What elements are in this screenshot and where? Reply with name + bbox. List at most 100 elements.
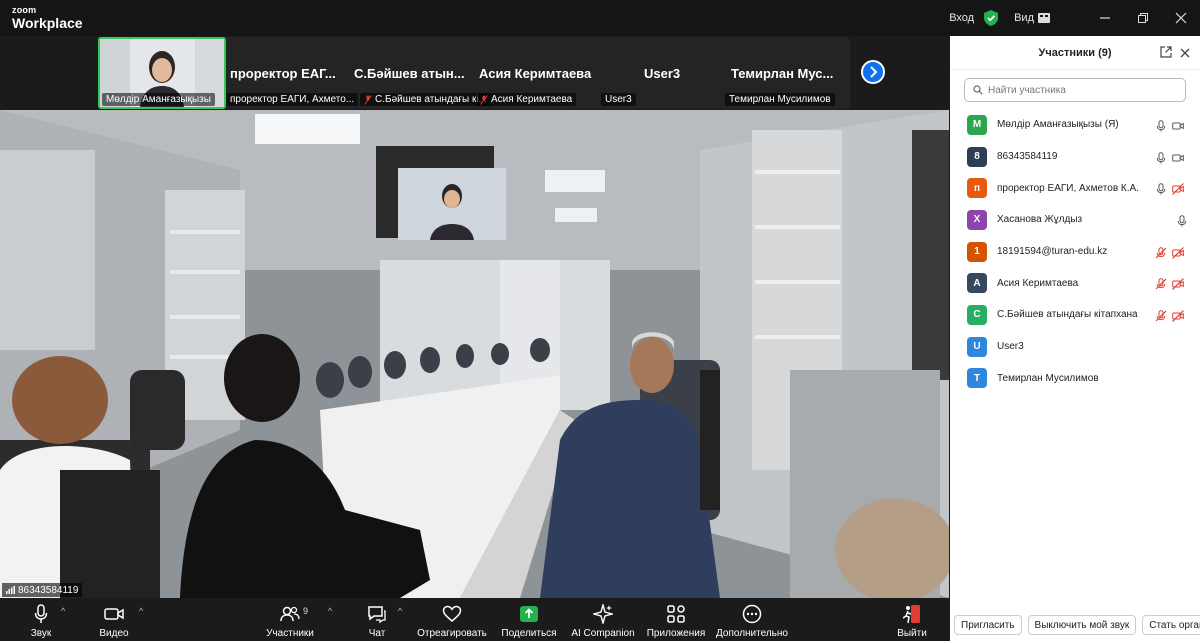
- tile-name-1[interactable]: проректор ЕАГ...: [230, 66, 336, 81]
- participant-row[interactable]: А Асия Керимтаева: [950, 267, 1200, 299]
- mute-me-button[interactable]: Выключить мой звук: [1027, 615, 1137, 635]
- microphone-muted-icon[interactable]: [1155, 309, 1167, 322]
- close-icon: [1175, 12, 1187, 24]
- speaker-name: 86343584119: [18, 584, 79, 596]
- participant-row[interactable]: Т Темирлан Мусилимов: [950, 363, 1200, 395]
- tile-name-5[interactable]: Темирлан Мус...: [731, 66, 833, 81]
- participant-avatar: 1: [967, 241, 987, 262]
- meeting-toolbar: Звук ^ Видео ^ Участники 9 ^ Чат ^ Отреа…: [0, 598, 949, 641]
- ai-companion-button[interactable]: AI Companion: [571, 598, 635, 641]
- microphone-muted-icon[interactable]: [1155, 246, 1167, 259]
- participant-row[interactable]: U User3: [950, 331, 1200, 363]
- video-camera-off-icon[interactable]: [1172, 182, 1184, 196]
- participant-row[interactable]: 8 86343584119: [950, 141, 1200, 173]
- panel-footer: Пригласить Выключить мой звук Стать орга…: [950, 609, 1200, 641]
- more-icon: [742, 604, 762, 624]
- chat-button[interactable]: Чат: [364, 598, 390, 641]
- self-name-label: Мөлдір Аманғазықызы: [106, 94, 211, 105]
- participant-avatar: С: [967, 304, 987, 325]
- chat-label: Чат: [368, 628, 386, 639]
- minimize-button[interactable]: [1086, 0, 1124, 36]
- self-video-tile[interactable]: Мөлдір Аманғазықызы: [98, 37, 226, 109]
- gallery-strip: Мөлдір Аманғазықызы проректор ЕАГ... про…: [98, 37, 850, 109]
- video-button[interactable]: Видео: [97, 598, 131, 641]
- participant-avatar: 8: [967, 146, 987, 167]
- microphone-muted-icon[interactable]: [1155, 277, 1167, 290]
- view-menu[interactable]: Вид: [1014, 12, 1034, 24]
- brand-large: Workplace: [12, 15, 83, 31]
- microphone-icon[interactable]: [1155, 182, 1167, 195]
- participant-avatar: Х: [967, 209, 987, 230]
- video-camera-icon[interactable]: [1172, 119, 1184, 131]
- video-camera-off-icon[interactable]: [1172, 277, 1184, 291]
- main-video[interactable]: [0, 110, 949, 598]
- mic-muted-icon: [364, 94, 372, 105]
- grid-view-icon[interactable]: [1038, 13, 1050, 23]
- tile-label-3: Асия Керимтаева: [476, 93, 577, 106]
- participant-name: Мөлдір Аманғазықызы (Я): [997, 119, 1119, 131]
- tile-label-text-4: User3: [605, 94, 632, 105]
- participants-button[interactable]: Участники: [265, 598, 315, 641]
- tile-name-4[interactable]: User3: [644, 66, 680, 81]
- search-placeholder: Найти участника: [988, 84, 1066, 96]
- tile-label-1: проректор ЕАГИ, Ахмето...: [226, 93, 359, 106]
- participant-row[interactable]: М Мөлдір Аманғазықызы (Я): [950, 109, 1200, 141]
- participant-avatar: Т: [967, 368, 987, 389]
- participants-label: Участники: [266, 628, 314, 639]
- leave-icon: [902, 605, 920, 624]
- microphone-icon[interactable]: [1155, 151, 1167, 164]
- signal-strength-icon: [6, 586, 15, 594]
- more-button[interactable]: Дополнительно: [716, 598, 788, 641]
- audio-label: Звук: [30, 628, 52, 639]
- react-button[interactable]: Отреагировать: [417, 598, 487, 641]
- participant-row[interactable]: С С.Бәйшев атындағы кітапхана: [950, 299, 1200, 331]
- invite-button[interactable]: Пригласить: [954, 615, 1022, 635]
- leave-button[interactable]: Выйти: [896, 598, 928, 641]
- microphone-icon[interactable]: [1155, 119, 1167, 132]
- close-button[interactable]: [1162, 0, 1200, 36]
- search-icon: [973, 85, 983, 95]
- search-participant-input[interactable]: Найти участника: [964, 78, 1186, 102]
- participant-row[interactable]: п проректор ЕАГИ, Ахметов К.А.: [950, 172, 1200, 204]
- share-label: Поделиться: [501, 628, 557, 639]
- become-host-button[interactable]: Стать организ: [1142, 615, 1200, 635]
- zoom-logo: zoom Workplace: [12, 6, 83, 31]
- audio-options-caret[interactable]: ^: [61, 606, 65, 616]
- participants-icon: [280, 606, 300, 622]
- video-options-caret[interactable]: ^: [139, 606, 143, 616]
- share-button[interactable]: Поделиться: [500, 598, 558, 641]
- next-page-button[interactable]: [861, 60, 885, 84]
- login-link[interactable]: Вход: [949, 12, 974, 24]
- participant-row[interactable]: Х Хасанова Жұлдыз: [950, 204, 1200, 236]
- popout-icon[interactable]: [1160, 46, 1172, 58]
- tile-name-3[interactable]: Асия Керимтаева: [479, 66, 591, 81]
- video-camera-icon[interactable]: [1172, 151, 1184, 163]
- panel-title: Участники (9): [1038, 46, 1112, 59]
- leave-label: Выйти: [897, 628, 927, 639]
- audio-button[interactable]: Звук: [26, 598, 56, 641]
- microphone-icon[interactable]: [1176, 214, 1188, 227]
- react-label: Отреагировать: [417, 628, 487, 639]
- panel-header: Участники (9): [950, 36, 1200, 70]
- shield-check-icon[interactable]: [984, 10, 999, 26]
- title-bar: zoom Workplace Вход Вид: [0, 0, 1200, 36]
- close-panel-icon[interactable]: [1180, 48, 1190, 58]
- participant-name: С.Бәйшев атындағы кітапхана: [997, 309, 1138, 321]
- restore-button[interactable]: [1124, 0, 1162, 36]
- participants-options-caret[interactable]: ^: [328, 606, 332, 616]
- participant-row[interactable]: 1 18191594@turan-edu.kz: [950, 236, 1200, 268]
- share-screen-icon: [520, 606, 538, 622]
- chat-icon: [368, 606, 386, 624]
- apps-label: Приложения: [646, 628, 706, 639]
- participant-name: Хасанова Жұлдыз: [997, 214, 1083, 226]
- apps-button[interactable]: Приложения: [645, 598, 707, 641]
- video-camera-off-icon[interactable]: [1172, 309, 1184, 322]
- conference-room-image: [0, 110, 949, 598]
- participant-name: 18191594@turan-edu.kz: [997, 246, 1108, 258]
- chevron-right-icon: [870, 66, 878, 78]
- tile-name-2[interactable]: С.Бәйшев атын...: [354, 66, 465, 81]
- participants-panel: Участники (9) Найти участника М Мөлдір Ам…: [950, 36, 1200, 641]
- participants-list: М Мөлдір Аманғазықызы (Я) 8 86343584119 п про…: [950, 109, 1200, 394]
- chat-options-caret[interactable]: ^: [398, 606, 402, 616]
- video-camera-off-icon[interactable]: [1172, 246, 1184, 259]
